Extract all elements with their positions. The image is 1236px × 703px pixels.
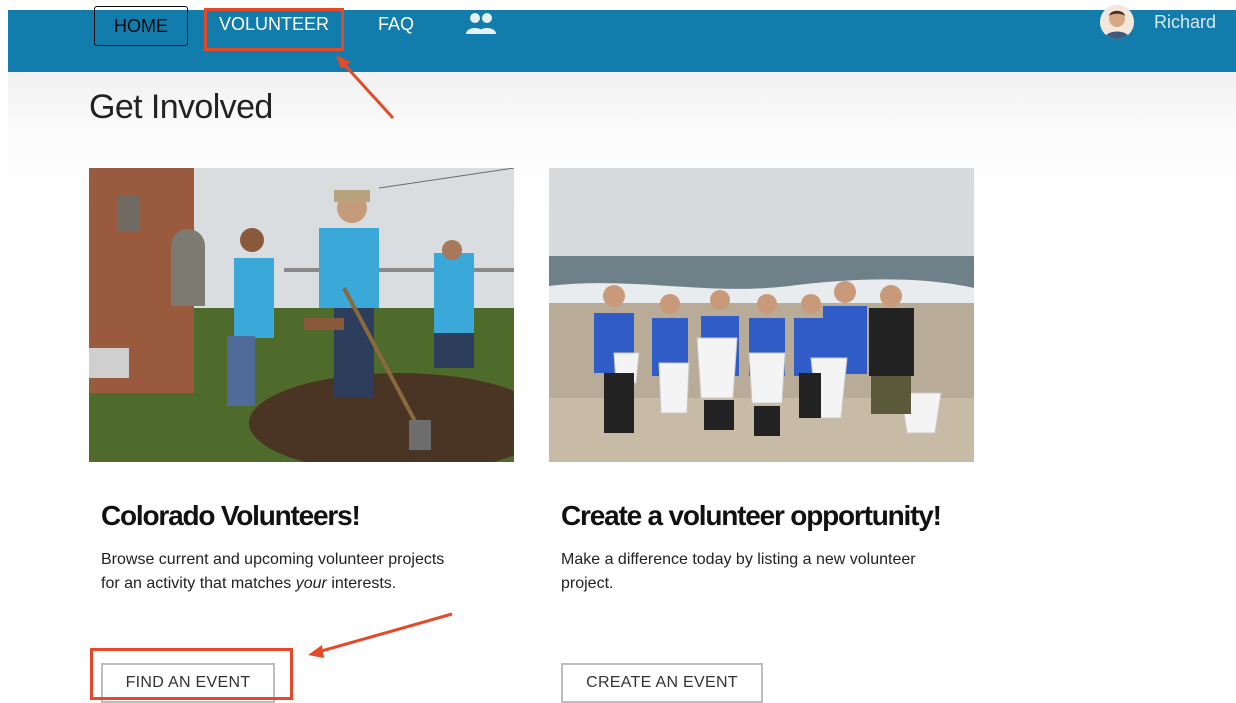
card-description-create: Make a difference today by listing a new… <box>561 551 916 592</box>
card-description-browse: Browse current and upcoming volunteer pr… <box>101 548 461 596</box>
users-icon[interactable] <box>464 12 498 36</box>
nav-home-button[interactable]: HOME <box>94 6 188 46</box>
card-title-create-opportunity: Create a volunteer opportunity! <box>561 500 942 531</box>
create-an-event-label: CREATE AN EVENT <box>586 674 738 691</box>
user-name: Richard <box>1154 11 1217 32</box>
page-title: Get Involved <box>89 88 273 126</box>
annotation-highlight-volunteer <box>204 8 344 51</box>
volunteer-gardening-photo[interactable] <box>89 168 514 462</box>
beach-cleanup-photo[interactable] <box>549 168 974 462</box>
user-avatar <box>1100 5 1134 39</box>
create-an-event-button[interactable]: CREATE AN EVENT <box>561 663 763 703</box>
nav-faq-link[interactable]: FAQ <box>378 14 414 35</box>
card-description-emphasis: your <box>295 575 327 592</box>
card-description-text-end: interests. <box>326 575 397 592</box>
card-title-colorado-volunteers: Colorado Volunteers! <box>101 500 361 531</box>
nav-home-label: HOME <box>114 15 168 36</box>
annotation-highlight-find-event <box>90 648 293 700</box>
top-navbar: HOME VOLUNTEER FAQ Richard <box>8 5 1236 72</box>
user-menu[interactable]: Richard <box>1100 5 1216 39</box>
